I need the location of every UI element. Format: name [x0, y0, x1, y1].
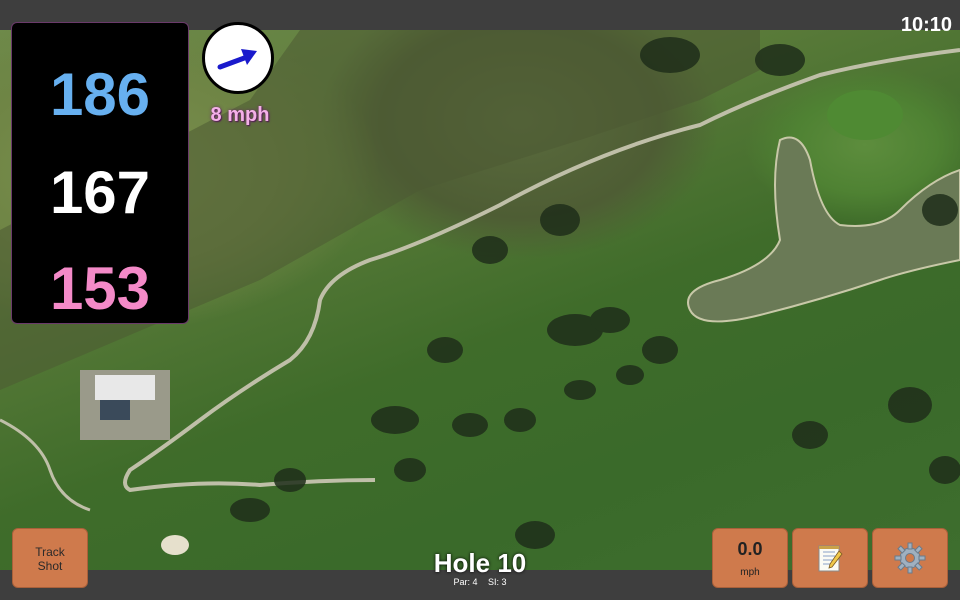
- yardage-panel: 186 167 153: [11, 22, 189, 324]
- status-time: 10:10: [900, 14, 952, 36]
- speed-value: 0.0: [737, 539, 763, 559]
- hole-stroke-index: SI: 3: [488, 577, 507, 587]
- hole-title: Hole 10: [433, 548, 527, 578]
- back-distance: 186: [49, 61, 151, 128]
- wind-indicator: [202, 22, 274, 94]
- arrow-icon: [217, 49, 257, 70]
- wind-speed: 8 mph: [210, 104, 270, 126]
- hole-par: Par: 4: [453, 577, 478, 587]
- gear-icon: [894, 542, 926, 574]
- settings-button[interactable]: [872, 528, 948, 588]
- track-shot-button[interactable]: Track Shot: [12, 528, 88, 588]
- hole-info: Par: 4 SI: 3: [380, 577, 580, 587]
- notes-button[interactable]: [792, 528, 868, 588]
- front-distance: 153: [49, 255, 151, 322]
- notepad-icon: [818, 545, 843, 572]
- speed-button[interactable]: 0.0 mph: [712, 528, 788, 588]
- track-shot-label-line2: Shot: [37, 559, 63, 573]
- center-distance: 167: [49, 159, 151, 226]
- speed-unit: mph: [740, 567, 760, 578]
- track-shot-label-line1: Track: [35, 545, 65, 559]
